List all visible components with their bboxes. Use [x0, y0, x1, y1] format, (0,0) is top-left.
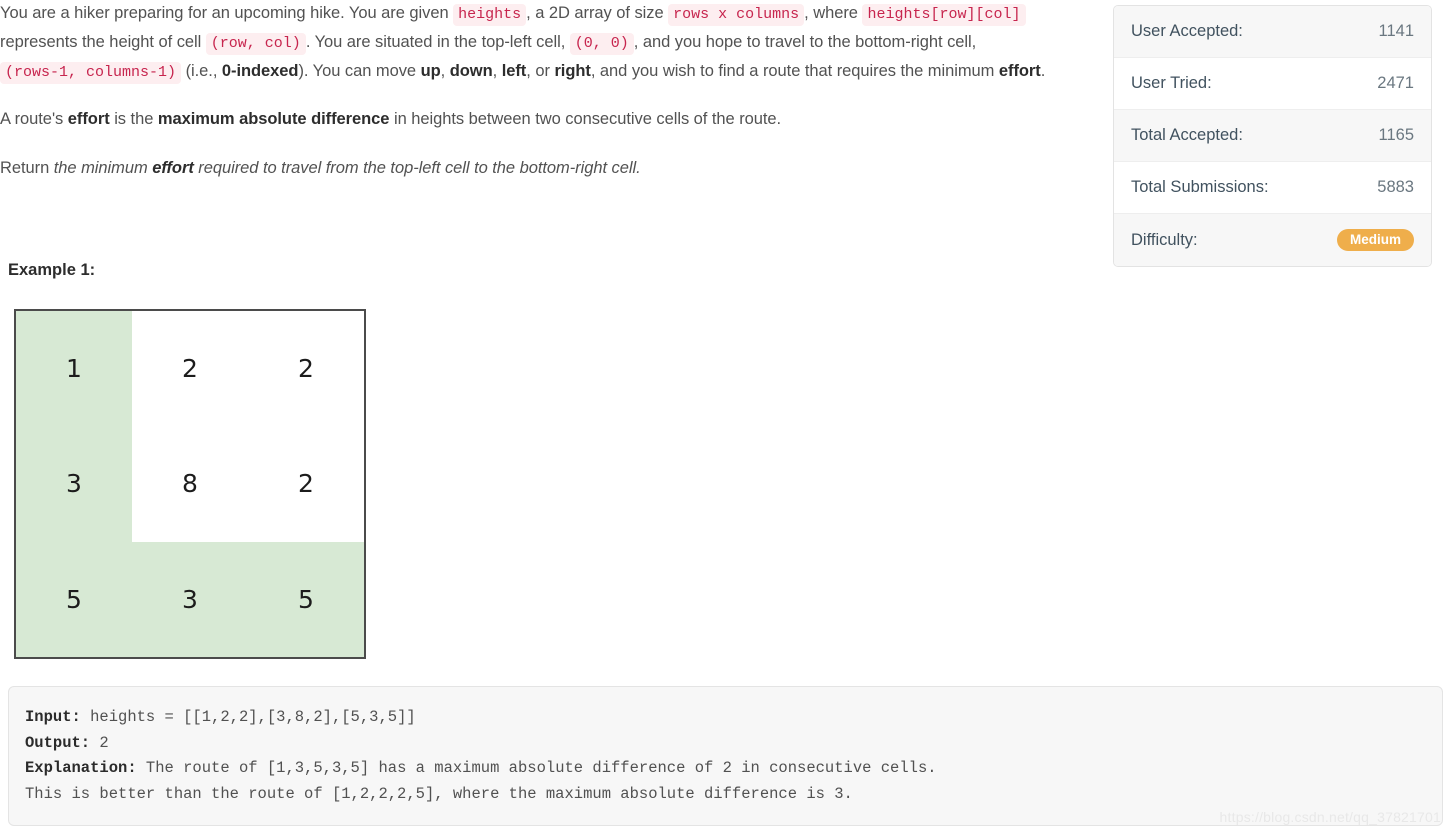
code-line-body: 2: [90, 733, 109, 752]
grid-cell-r0-c1: 2: [132, 311, 248, 427]
stat-label: Difficulty:: [1131, 230, 1198, 249]
stat-label: User Accepted:: [1131, 22, 1243, 40]
emphasis-italic: the minimum: [53, 159, 153, 178]
grid-cell-r0-c2: 2: [248, 311, 364, 427]
stat-value: 2471: [1377, 74, 1414, 92]
grid-cell-r0-c0: 1: [16, 311, 132, 427]
emphasis-bold: up: [420, 61, 441, 80]
code-line-body: heights = [[1,2,2],[3,8,2],[5,3,5]]: [80, 708, 416, 726]
example-code-block: Input: heights = [[1,2,2],[3,8,2],[5,3,5…: [8, 686, 1443, 826]
stat-value: 1141: [1378, 22, 1414, 40]
code-line: Output: 2: [25, 731, 1426, 757]
inline-code: heights: [453, 4, 527, 26]
emphasis-bold: 0-indexed: [221, 61, 299, 80]
description-paragraph-3: Return the minimum effort required to tr…: [0, 159, 641, 178]
description-paragraph-2: A route's effort is the maximum absolute…: [0, 110, 782, 129]
grid-cell-r2-c2: 5: [248, 541, 364, 657]
grid-cell-r1-c1: 8: [132, 426, 248, 542]
code-line-label: Explanation:: [25, 759, 137, 777]
code-line-body: This is better than the route of [1,2,2,…: [25, 784, 853, 803]
stat-row: Difficulty: Medium: [1114, 214, 1431, 266]
code-line: Input: heights = [[1,2,2],[3,8,2],[5,3,5…: [25, 705, 1426, 731]
emphasis-bold: maximum absolute difference: [157, 110, 390, 129]
difficulty-badge: Medium: [1336, 228, 1414, 252]
grid-cell-r1-c0: 3: [16, 426, 132, 542]
stat-label: User Tried:: [1131, 74, 1212, 92]
watermark-text: https://blog.csdn.net/qq_37821701: [1219, 809, 1441, 825]
code-line-label: Input:: [25, 708, 81, 726]
grid-cell-r2-c1: 3: [132, 541, 248, 657]
code-line: This is better than the route of [1,2,2,…: [25, 782, 1426, 808]
emphasis-bold: effort: [998, 61, 1041, 80]
problem-statement: You are a hiker preparing for an upcomin…: [0, 0, 1100, 182]
stat-row: User Tried: 2471: [1114, 58, 1431, 110]
grid-cell-r1-c2: 2: [248, 426, 364, 542]
emphasis-bold: effort: [67, 110, 110, 129]
problem-stats-panel: User Accepted: 1141 User Tried: 2471 Total A…: [1113, 5, 1432, 267]
example-heading: Example 1:: [8, 261, 96, 279]
emphasis-bold: down: [449, 61, 493, 80]
inline-code: (row, col): [205, 32, 306, 55]
page-root: You are a hiker preparing for an upcomin…: [0, 0, 1451, 834]
stat-value: 5883: [1377, 178, 1414, 196]
inline-code: rows x columns: [668, 4, 805, 26]
stat-value: 1165: [1378, 126, 1414, 144]
grid-cell-r2-c0: 5: [16, 541, 132, 657]
emphasis-bold: right: [554, 61, 591, 80]
emphasis-italic: required to travel from the top-left cel…: [193, 159, 641, 178]
code-line-label: Output:: [25, 733, 91, 752]
code-line: Explanation: The route of [1,3,5,3,5] ha…: [25, 756, 1426, 782]
heights-grid-figure: 122382535: [14, 309, 366, 659]
description-paragraph-1: You are a hiker preparing for an upcomin…: [0, 0, 1090, 86]
stat-row: Total Accepted: 1165: [1114, 110, 1431, 162]
stat-row: User Accepted: 1141: [1114, 6, 1431, 58]
inline-code: (0, 0): [569, 32, 634, 55]
emphasis-italic-bold: effort: [152, 159, 194, 178]
stat-label: Total Accepted:: [1131, 126, 1243, 144]
stat-label: Total Submissions:: [1131, 178, 1269, 196]
inline-code: (rows-1, columns-1): [0, 61, 182, 84]
code-line-body: The route of [1,3,5,3,5] has a maximum a…: [136, 759, 937, 777]
stat-row: Total Submissions: 5883: [1114, 162, 1431, 214]
emphasis-bold: left: [501, 61, 527, 80]
inline-code: heights[row][col]: [862, 4, 1026, 26]
problem-description-column: You are a hiker preparing for an upcomin…: [0, 0, 1100, 204]
